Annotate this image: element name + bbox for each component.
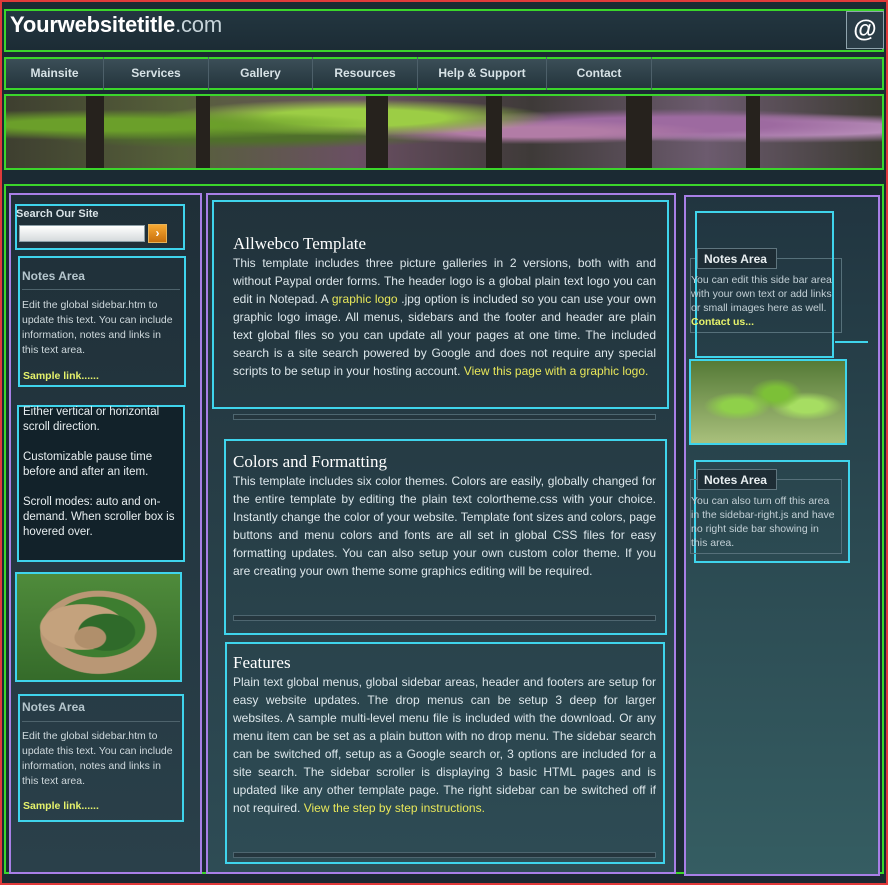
search-input[interactable] <box>19 225 145 242</box>
scroller-text-1: Either vertical or horizontal scroll dir… <box>23 406 160 433</box>
left-notes-text-1: Edit the global sidebar.htm to update th… <box>22 299 173 356</box>
nav-item-mainsite[interactable]: Mainsite <box>6 57 104 90</box>
email-at-icon[interactable]: @ <box>846 11 884 49</box>
scroller-content: Either vertical or horizontal scroll dir… <box>23 405 181 540</box>
right-notes-title-2: Notes Area <box>704 473 767 487</box>
left-notes-title-1: Notes Area <box>22 269 85 283</box>
nav-item-help-support[interactable]: Help & Support <box>418 57 547 90</box>
left-notes-title-2: Notes Area <box>22 700 85 714</box>
right-notes-text-1: You can edit this side bar area with you… <box>691 274 832 328</box>
left-notes-link-1[interactable]: Sample link...... <box>23 370 99 382</box>
article-text-3: Plain text global menus, global sidebar … <box>233 675 656 815</box>
article-text-2: This template includes six color themes.… <box>233 474 656 578</box>
article-separator-1 <box>233 414 656 420</box>
header-banner-image <box>4 94 884 170</box>
article-separator-2 <box>233 615 656 621</box>
article-separator-3 <box>233 852 656 858</box>
right-notes-text-2: You can also turn off this area in the s… <box>691 495 835 549</box>
garden-maze-image <box>15 572 182 682</box>
nav-item-resources[interactable]: Resources <box>313 57 418 90</box>
nav-item-contact[interactable]: Contact <box>547 57 652 90</box>
left-notes-link-2[interactable]: Sample link...... <box>23 800 99 812</box>
search-label: Search Our Site <box>16 208 99 220</box>
scroller-text-2: Customizable pause time before and after… <box>23 451 153 478</box>
article-title-1: Allwebco Template <box>233 234 367 253</box>
pine-branch-image <box>689 359 847 445</box>
search-go-button[interactable]: › <box>148 224 167 243</box>
nav-item-gallery[interactable]: Gallery <box>209 57 313 90</box>
graphic-logo-page-link[interactable]: View this page with a graphic logo. <box>464 364 649 378</box>
article-text-1: This template includes three picture gal… <box>233 256 657 378</box>
left-notes-text-2: Edit the global sidebar.htm to update th… <box>22 730 173 787</box>
scroller-text-3: Scroll modes: auto and on-demand. When s… <box>23 496 175 538</box>
right-notes-title-1: Notes Area <box>704 252 767 266</box>
article-title-2: Colors and Formatting <box>233 452 387 471</box>
divider <box>22 289 180 290</box>
contact-us-link[interactable]: Contact us... <box>691 316 754 328</box>
connector-line <box>835 341 868 343</box>
article-title-3: Features <box>233 653 291 672</box>
site-title-suffix: .com <box>175 12 222 37</box>
nav-item-services[interactable]: Services <box>104 57 209 90</box>
site-title[interactable]: Yourwebsitetitle.com <box>10 12 222 38</box>
divider <box>22 721 180 722</box>
graphic-logo-link[interactable]: graphic logo <box>332 292 398 306</box>
instructions-link[interactable]: View the step by step instructions. <box>304 801 485 815</box>
